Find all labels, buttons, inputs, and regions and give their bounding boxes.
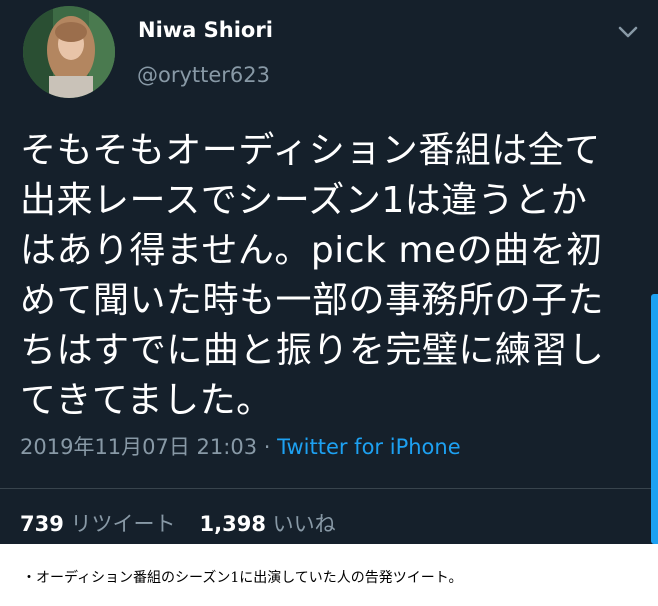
like-stat[interactable]: 1,398 いいね <box>200 512 336 536</box>
image-caption: ・オーディション番組のシーズン1に出演していた人の告発ツイート。 <box>22 570 463 586</box>
meta-separator: · <box>257 435 278 459</box>
tweet-source-link[interactable]: Twitter for iPhone <box>277 435 461 459</box>
chevron-down-icon[interactable] <box>614 20 642 44</box>
tweet-stats: 739 リツイート 1,398 いいね <box>20 508 336 538</box>
divider <box>0 488 658 489</box>
tweet-text: そもそもオーディション番組は全て 出来レースでシーズン1は違うとか はあり得ませ… <box>20 130 605 421</box>
avatar-image <box>23 6 115 98</box>
user-handle[interactable]: @orytter623 <box>137 63 270 87</box>
tweet-meta: 2019年11月07日 21:03 · Twitter for iPhone <box>20 431 461 461</box>
avatar[interactable] <box>23 6 115 98</box>
tweet-card: Niwa Shiori @orytter623 そもそもオーディション番組は全て… <box>0 0 658 544</box>
like-label: いいね <box>265 512 336 536</box>
like-count: 1,398 <box>199 512 266 536</box>
display-name[interactable]: Niwa Shiori <box>138 18 273 42</box>
scrollbar[interactable] <box>651 294 658 544</box>
retweet-label: リツイート <box>63 512 176 536</box>
retweet-count: 739 <box>20 512 64 536</box>
tweet-timestamp[interactable]: 2019年11月07日 21:03 <box>20 435 257 459</box>
retweet-stat[interactable]: 739 リツイート <box>20 512 176 536</box>
